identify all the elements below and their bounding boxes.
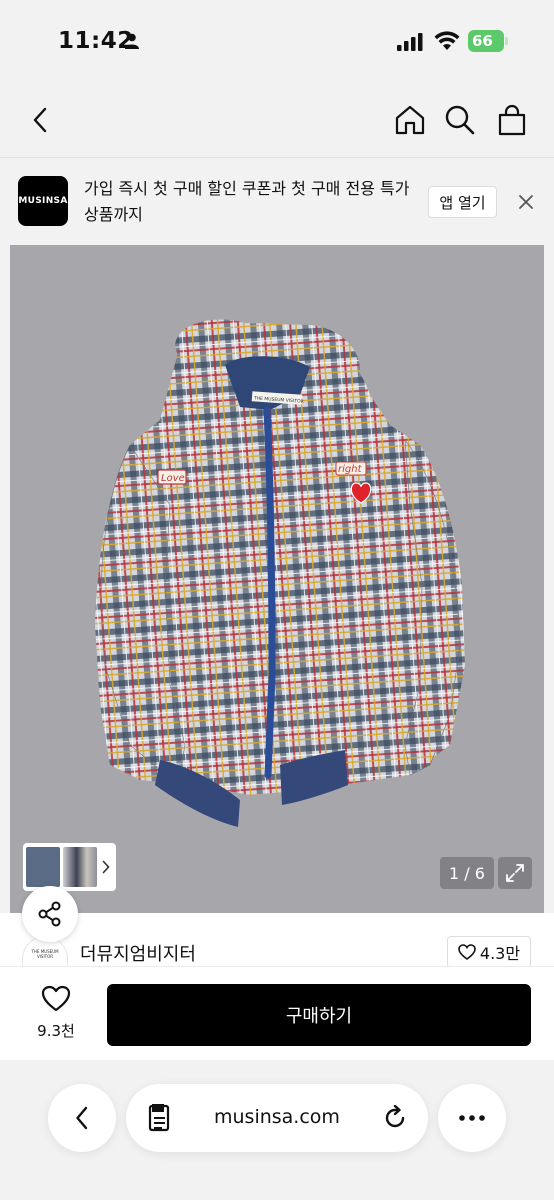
address-bar[interactable]: musinsa.com (126, 1084, 428, 1152)
brand-like-button[interactable]: 4.3만 (447, 936, 531, 968)
banner-message: 가입 즉시 첫 구매 할인 쿠폰과 첫 구매 전용 특가 상품까지 (84, 179, 410, 224)
app-install-banner: MUSINSA 가입 즉시 첫 구매 할인 쿠폰과 첫 구매 전용 특가 상품까… (0, 158, 554, 245)
browser-more-button[interactable] (438, 1084, 506, 1152)
battery-level: 66 (468, 30, 504, 52)
chevron-right-icon[interactable] (100, 860, 113, 874)
brand-name[interactable]: 더뮤지엄비지터 (80, 940, 196, 966)
brand-like-count: 4.3만 (479, 944, 521, 963)
battery-icon: 66 (468, 30, 508, 52)
url-text: musinsa.com (214, 1106, 340, 1128)
cart-button[interactable] (494, 102, 530, 138)
home-icon (395, 105, 425, 135)
expand-image-button[interactable] (498, 857, 532, 889)
status-time: 11:42 (58, 28, 134, 54)
product-image-carousel[interactable]: THE MUSEUM VISITOR Love right 1 / 6 (10, 245, 544, 913)
buy-button[interactable]: 구매하기 (107, 984, 531, 1046)
right-patch-text: right (338, 464, 363, 475)
thumbnail-strip[interactable] (23, 843, 116, 891)
search-icon (445, 105, 475, 135)
musinsa-logo: MUSINSA (18, 176, 68, 226)
close-icon[interactable] (515, 191, 537, 213)
heart-icon (458, 944, 476, 960)
share-button[interactable] (22, 886, 78, 942)
top-navigation (0, 82, 554, 158)
back-button[interactable] (22, 102, 58, 138)
heart-icon (41, 985, 71, 1012)
thumbnail-1[interactable] (26, 847, 60, 887)
share-icon (38, 901, 61, 927)
purchase-bar: 9.3천 구매하기 (0, 966, 554, 1060)
chevron-left-icon (76, 1106, 88, 1130)
browser-toolbar: musinsa.com (0, 1060, 554, 1200)
plaid-jacket-image: THE MUSEUM VISITOR Love right (95, 319, 465, 827)
thumbnail-2[interactable] (62, 847, 97, 887)
chevron-left-icon (33, 107, 47, 133)
image-page-counter: 1 / 6 (440, 857, 494, 889)
wishlist-count: 9.3천 (37, 1022, 75, 1040)
status-bar: 11:42 66 (0, 0, 554, 82)
signal-icon (397, 33, 423, 51)
reader-page-icon[interactable] (148, 1104, 174, 1134)
wifi-icon (434, 31, 460, 50)
expand-icon (506, 864, 524, 882)
shopping-bag-icon (498, 104, 526, 136)
browser-back-button[interactable] (48, 1084, 116, 1152)
home-button[interactable] (392, 102, 428, 138)
wishlist-button[interactable]: 9.3천 (22, 985, 90, 1041)
love-patch-text: Love (161, 473, 185, 484)
person-icon (125, 33, 139, 49)
search-button[interactable] (442, 102, 478, 138)
reload-icon[interactable] (382, 1105, 408, 1131)
more-dots-icon (459, 1115, 485, 1121)
open-app-button[interactable]: 앱 열기 (428, 186, 497, 218)
